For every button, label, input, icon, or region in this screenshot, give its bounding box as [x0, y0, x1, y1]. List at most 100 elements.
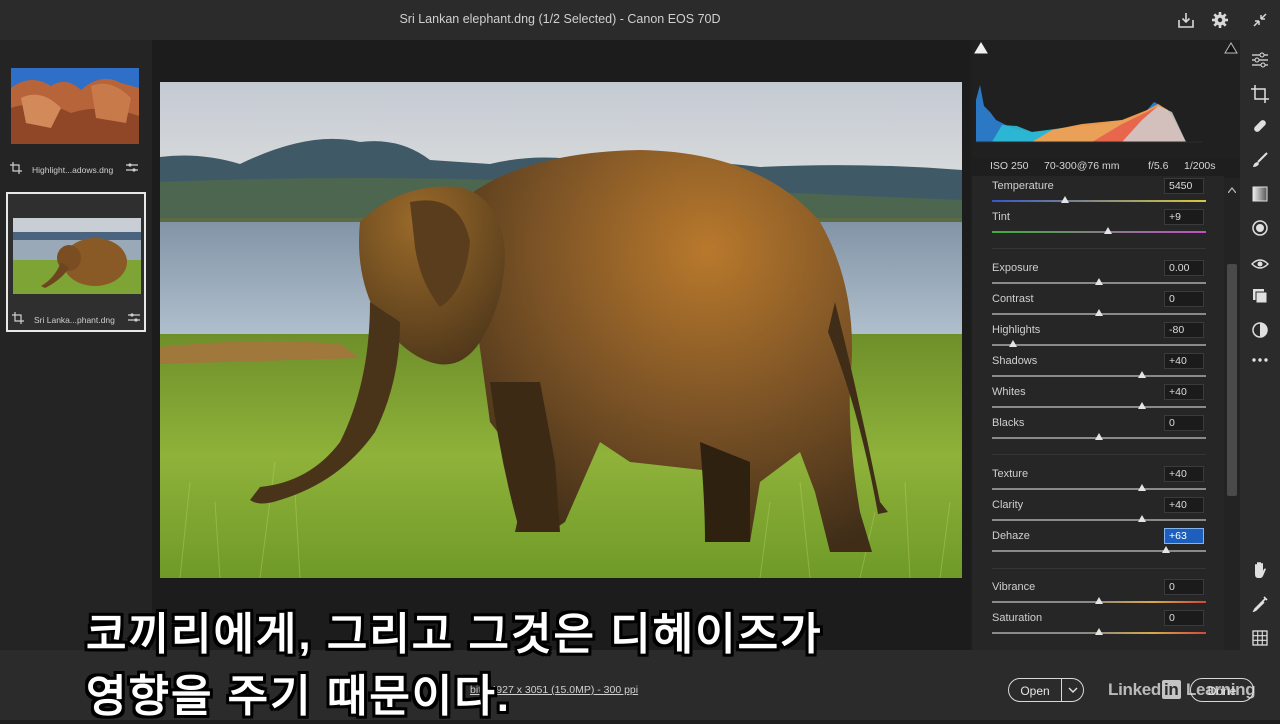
more-options-icon[interactable]	[1250, 350, 1270, 370]
clarity-knob[interactable]	[1137, 515, 1146, 522]
watermark-text-in: in	[1162, 680, 1181, 699]
presets-icon[interactable]	[1250, 320, 1270, 340]
watermark-text-post: Learning	[1181, 680, 1256, 699]
gear-icon[interactable]	[1208, 8, 1232, 32]
blacks-value[interactable]: 0	[1164, 415, 1204, 431]
texture-knob[interactable]	[1137, 484, 1146, 491]
hand-icon[interactable]	[1250, 560, 1270, 580]
slider-label: Contrast	[992, 293, 1034, 305]
grid-icon[interactable]	[1250, 628, 1270, 648]
slider-row-whites: Whites +40	[992, 384, 1206, 415]
filmstrip-item-selected[interactable]: Sri Lanka...phant.dng	[6, 192, 146, 332]
linear-gradient-icon[interactable]	[1250, 184, 1270, 204]
contrast-value[interactable]: 0	[1164, 291, 1204, 307]
adjustments-panel: Temperature 5450 Tint +9 Exposure 0.00 C…	[972, 176, 1224, 650]
contrast-knob[interactable]	[1095, 309, 1103, 316]
image-canvas[interactable]: 5%	[152, 40, 970, 688]
radial-gradient-icon[interactable]	[1250, 218, 1270, 238]
exposure-value[interactable]: 0.00	[1164, 260, 1204, 276]
crop-icon[interactable]	[1250, 84, 1270, 104]
shadows-track[interactable]	[992, 375, 1206, 377]
slider-label: Exposure	[992, 262, 1039, 274]
eyedropper-icon[interactable]	[1250, 594, 1270, 614]
vibrance-value[interactable]: 0	[1164, 579, 1204, 595]
linkedin-learning-watermark: Linked in Learning	[1108, 680, 1256, 700]
dehaze-knob[interactable]	[1162, 546, 1171, 553]
slider-row-tint: Tint +9	[992, 209, 1206, 240]
vibrance-knob[interactable]	[1095, 597, 1103, 604]
saturation-value[interactable]: 0	[1164, 610, 1204, 626]
slider-label: Temperature	[992, 180, 1054, 192]
slider-row-dehaze: Dehaze +63	[992, 528, 1206, 559]
scroll-thumb[interactable]	[1227, 264, 1237, 496]
slider-row-temperature: Temperature 5450	[992, 178, 1206, 209]
save-icon[interactable]	[1174, 8, 1198, 32]
shadows-knob[interactable]	[1137, 371, 1146, 378]
subtitle-line-1: 코끼리에게, 그리고 그것은 디헤이즈가	[86, 610, 823, 659]
edit-sliders-icon[interactable]	[1250, 50, 1270, 70]
crop-badge-icon	[12, 311, 26, 325]
slider-label: Shadows	[992, 355, 1038, 367]
open-button[interactable]: Open	[1008, 678, 1062, 702]
highlights-value[interactable]: -80	[1164, 322, 1204, 338]
section-divider	[992, 248, 1206, 249]
title-bar: Sri Lankan elephant.dng (1/2 Selected) -…	[0, 0, 1280, 40]
slider-label: Highlights	[992, 324, 1041, 336]
slider-label: Tint	[992, 211, 1010, 223]
exif-iso: ISO 250	[990, 160, 1029, 172]
scroll-up-icon[interactable]	[1227, 180, 1237, 198]
slider-row-vibrance: Vibrance 0	[992, 579, 1206, 610]
watermark-text-pre: Linked	[1108, 680, 1161, 699]
highlights-track[interactable]	[992, 344, 1206, 346]
slider-row-clarity: Clarity +40	[992, 497, 1206, 528]
slider-label: Blacks	[992, 417, 1025, 429]
thumbnail-image	[11, 68, 139, 144]
healing-brush-icon[interactable]	[1250, 116, 1270, 136]
slider-label: Whites	[992, 386, 1026, 398]
dehaze-value[interactable]: +63	[1164, 528, 1204, 544]
dehaze-track[interactable]	[992, 550, 1206, 552]
tool-strip	[1240, 40, 1280, 660]
temperature-track[interactable]	[992, 200, 1206, 202]
highlights-knob[interactable]	[1009, 340, 1018, 347]
section-divider	[992, 568, 1206, 569]
exposure-knob[interactable]	[1095, 278, 1103, 285]
whites-track[interactable]	[992, 406, 1206, 408]
slider-label: Vibrance	[992, 581, 1036, 593]
snapshots-icon[interactable]	[1250, 286, 1270, 306]
highlight-clipping-icon[interactable]	[1224, 41, 1238, 59]
collapse-icon[interactable]	[1248, 8, 1272, 32]
panel-scrollbar[interactable]	[1224, 178, 1240, 661]
crop-badge-icon	[10, 161, 24, 175]
slider-row-blacks: Blacks 0	[992, 415, 1206, 446]
blacks-knob[interactable]	[1095, 433, 1103, 440]
shadows-value[interactable]: +40	[1164, 353, 1204, 369]
tint-track[interactable]	[992, 231, 1206, 233]
brush-icon[interactable]	[1250, 150, 1270, 170]
slider-row-shadows: Shadows +40	[992, 353, 1206, 384]
tint-knob[interactable]	[1103, 227, 1112, 234]
thumbnail-image	[13, 218, 141, 294]
slider-row-saturation: Saturation 0	[992, 610, 1206, 641]
filmstrip-item[interactable]: Highlight...adows.dng	[6, 44, 146, 184]
red-eye-icon[interactable]	[1250, 254, 1270, 274]
thumbnail-filename: Sri Lanka...phant.dng	[34, 315, 115, 325]
tint-value[interactable]: +9	[1164, 209, 1204, 225]
exif-lens: 70-300@76 mm	[1044, 160, 1120, 172]
exif-info: ISO 250 70-300@76 mm f/5.6 1/200s	[972, 158, 1222, 178]
whites-value[interactable]: +40	[1164, 384, 1204, 400]
exif-aperture: f/5.6	[1148, 160, 1169, 172]
whites-knob[interactable]	[1137, 402, 1146, 409]
texture-value[interactable]: +40	[1164, 466, 1204, 482]
clarity-track[interactable]	[992, 519, 1206, 521]
saturation-knob[interactable]	[1095, 628, 1103, 635]
main-photo[interactable]	[160, 82, 962, 578]
thumbnail-filename: Highlight...adows.dng	[32, 165, 114, 175]
shadow-clipping-icon[interactable]	[974, 41, 988, 59]
adjusted-badge-icon	[126, 161, 140, 175]
clarity-value[interactable]: +40	[1164, 497, 1204, 513]
temperature-value[interactable]: 5450	[1164, 178, 1204, 194]
slider-label: Clarity	[992, 499, 1024, 511]
texture-track[interactable]	[992, 488, 1206, 490]
temperature-knob[interactable]	[1060, 196, 1069, 203]
